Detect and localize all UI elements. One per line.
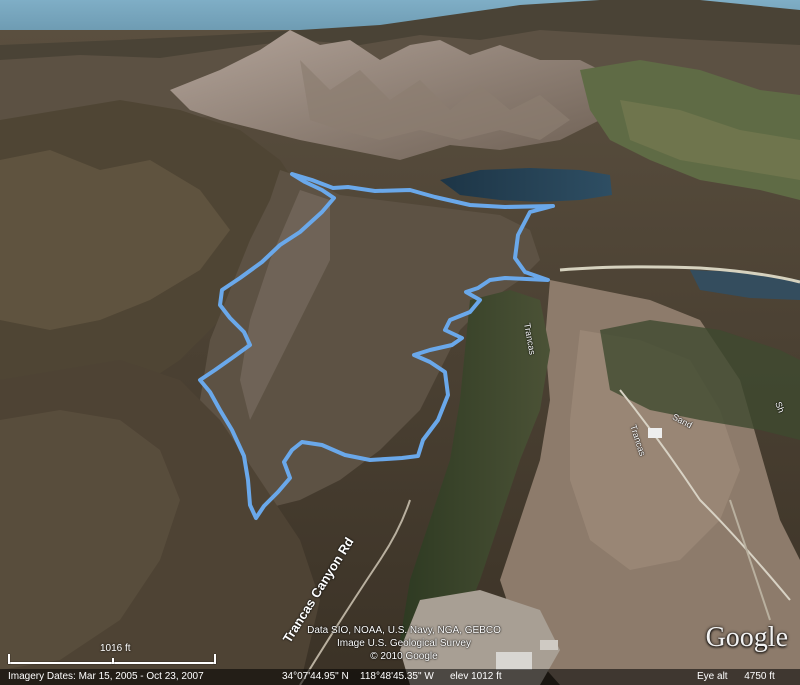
credits-copyright-line: © 2010 Google xyxy=(370,651,438,662)
status-bar: Imagery Dates: Mar 15, 2005 - Oct 23, 20… xyxy=(0,669,800,685)
scale-bar xyxy=(8,654,218,666)
scale-tick-end xyxy=(214,654,216,664)
longitude-readout: 118°48'45.35" W xyxy=(360,671,434,682)
scale-tick-start xyxy=(8,654,10,664)
elevation-readout: elev 1012 ft xyxy=(450,671,502,682)
latitude-readout: 34°07'44.95" N xyxy=(282,671,349,682)
eye-alt-value: 4750 ft xyxy=(744,671,775,682)
eye-alt-label: Eye alt xyxy=(697,671,728,682)
scale-tick-mid xyxy=(112,658,114,664)
google-logo: Google xyxy=(705,622,788,653)
map-credits: Data SIO, NOAA, U.S. Navy, NGA, GEBCO Im… xyxy=(294,624,514,663)
credits-data-line: Data SIO, NOAA, U.S. Navy, NGA, GEBCO xyxy=(307,625,501,636)
map-viewport[interactable]: Trancas Canyon Rd Trancas Trancas Sand S… xyxy=(0,0,800,685)
imagery-dates: Imagery Dates: Mar 15, 2005 - Oct 23, 20… xyxy=(8,671,204,682)
eye-altitude-readout: Eye alt 4750 ft xyxy=(697,669,775,685)
terrain-view[interactable] xyxy=(0,0,800,685)
scale-label: 1016 ft xyxy=(100,643,131,654)
credits-image-line: Image U.S. Geological Survey xyxy=(337,638,471,649)
